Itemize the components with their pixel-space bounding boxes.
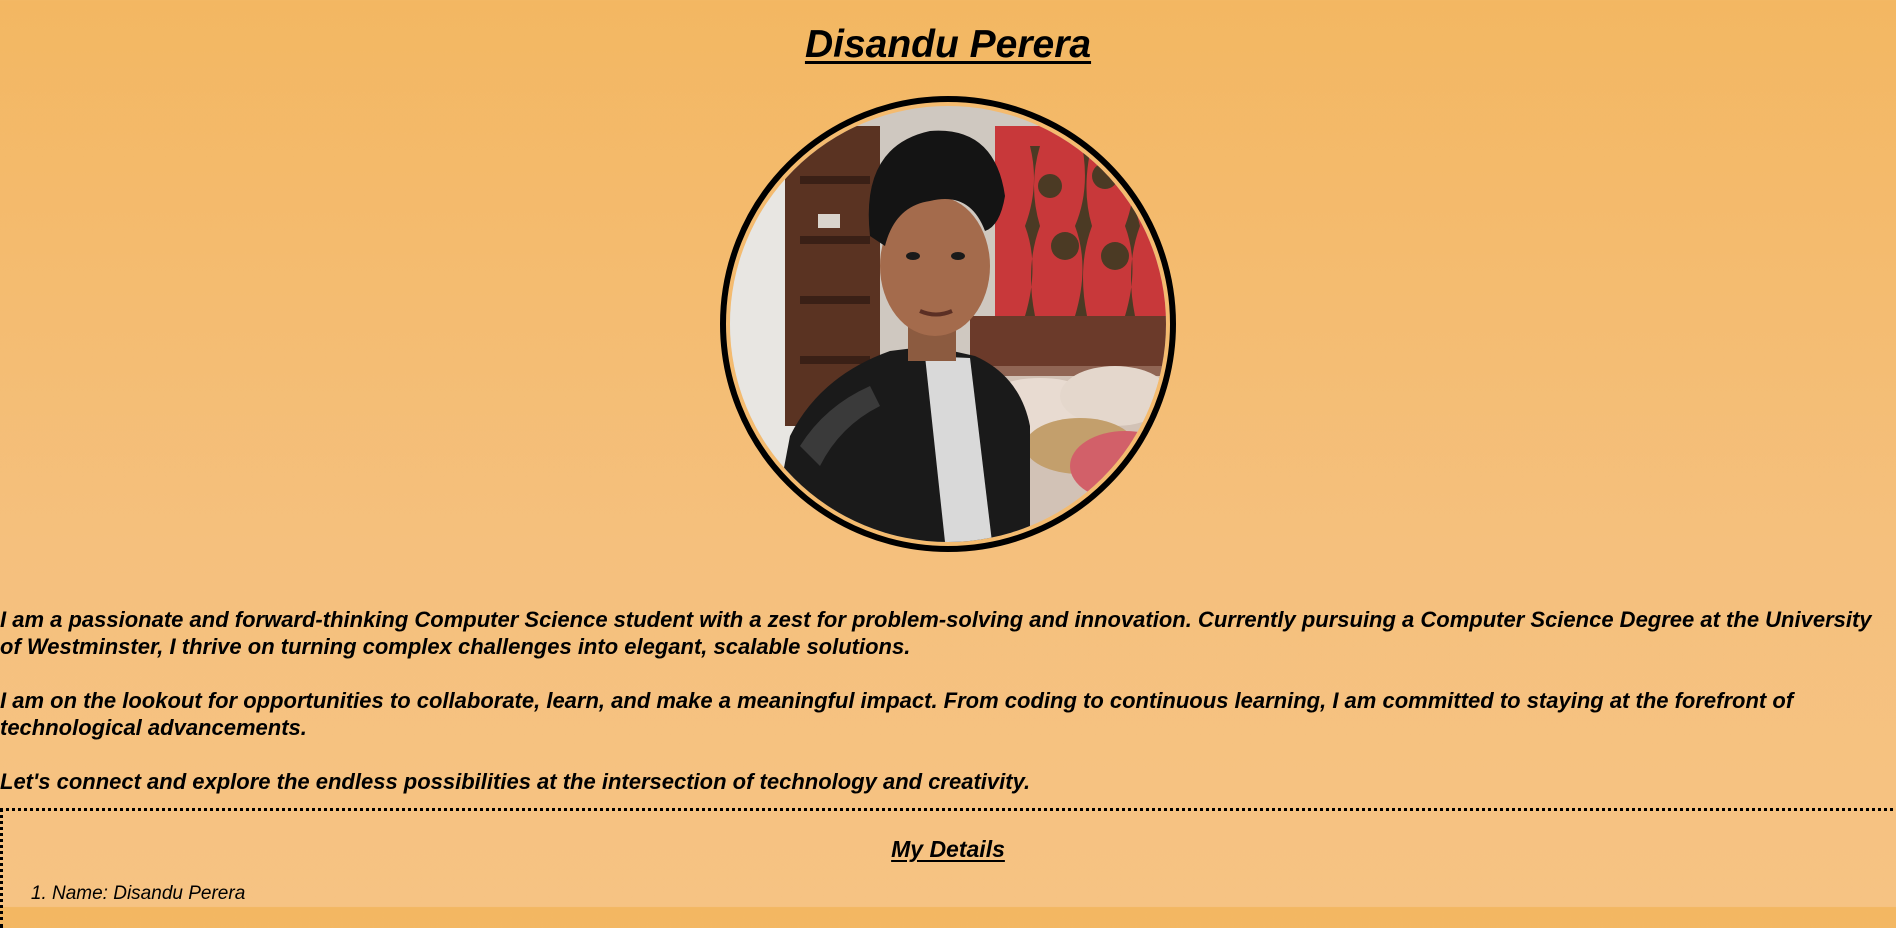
bio-paragraph-2: I am on the lookout for opportunities to… (0, 688, 1794, 740)
details-item-name: Name: Disandu Perera (52, 882, 245, 906)
bio-section: I am a passionate and forward-thinking C… (0, 606, 1890, 822)
details-list: Name: Disandu Perera (0, 882, 245, 906)
details-section (0, 808, 1893, 928)
details-title: My Details (891, 836, 1005, 862)
profile-photo-image (730, 106, 1166, 542)
profile-photo-frame (720, 96, 1176, 552)
bio-paragraph-3: Let's connect and explore the endless po… (0, 769, 1031, 794)
profile-photo (730, 106, 1166, 542)
page-title: Disandu Perera (804, 23, 1092, 66)
bio-paragraph-1: I am a passionate and forward-thinking C… (0, 607, 1872, 659)
